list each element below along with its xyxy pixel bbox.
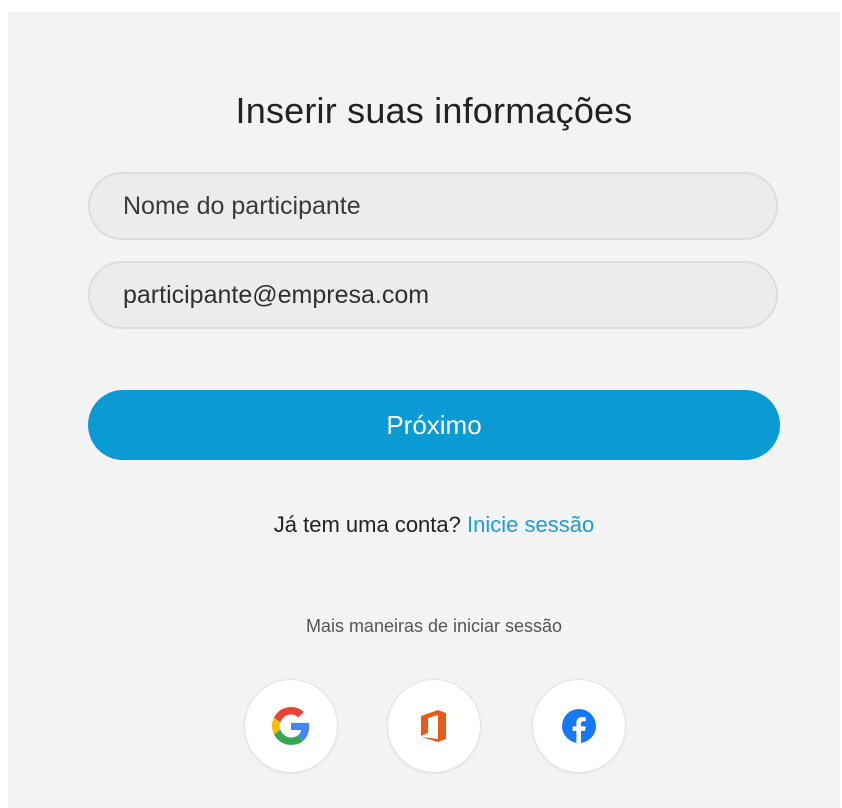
next-button[interactable]: Próximo <box>88 390 780 460</box>
page-title: Inserir suas informações <box>235 90 633 131</box>
account-prompt: Já tem uma conta? <box>273 512 461 537</box>
more-signin-label: Mais maneiras de iniciar sessão <box>305 616 563 636</box>
facebook-signin-button[interactable] <box>532 679 626 773</box>
email-field[interactable] <box>88 261 778 329</box>
office-icon <box>421 710 446 742</box>
signin-panel: Inserir suas informações Próximo Já tem … <box>8 12 840 808</box>
facebook-icon <box>562 709 596 743</box>
signin-link[interactable]: Inicie sessão <box>467 512 594 537</box>
google-signin-button[interactable] <box>244 679 338 773</box>
name-field[interactable] <box>88 172 778 240</box>
account-prompt-line: Já tem uma conta? Inicie sessão <box>8 512 842 538</box>
office-signin-button[interactable] <box>387 679 481 773</box>
google-icon <box>272 707 310 745</box>
